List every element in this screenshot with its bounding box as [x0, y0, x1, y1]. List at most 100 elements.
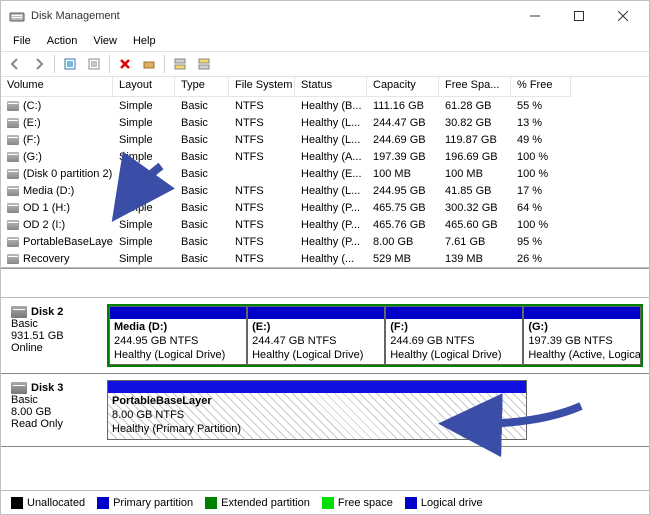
- col-filesystem[interactable]: File System: [229, 77, 295, 97]
- volume-name: (F:): [23, 134, 40, 146]
- refresh-button[interactable]: [59, 53, 81, 75]
- volume-row[interactable]: PortableBaseLayerSimpleBasicNTFSHealthy …: [1, 233, 649, 250]
- volume-name: (G:): [23, 151, 42, 163]
- minimize-button[interactable]: [513, 2, 557, 30]
- col-volume[interactable]: Volume: [1, 77, 113, 97]
- legend-unallocated: Unallocated: [27, 497, 85, 509]
- delete-button[interactable]: [114, 53, 136, 75]
- volume-capacity: 111.16 GB: [367, 100, 439, 112]
- volume-layout: Simple: [113, 219, 175, 231]
- volume-free: 139 MB: [439, 253, 511, 265]
- col-type[interactable]: Type: [175, 77, 229, 97]
- volume-fs: NTFS: [229, 117, 295, 129]
- volume-status: Healthy (A...: [295, 151, 367, 163]
- volume-name: OD 1 (H:): [23, 202, 70, 214]
- volume-row[interactable]: (E:)SimpleBasicNTFSHealthy (L...244.47 G…: [1, 114, 649, 131]
- disk-size: 8.00 GB: [11, 406, 103, 418]
- layout-bottom-button[interactable]: [193, 53, 215, 75]
- partition-d[interactable]: Media (D:) 244.95 GB NTFS Healthy (Logic…: [109, 306, 247, 365]
- col-layout[interactable]: Layout: [113, 77, 175, 97]
- volume-free: 196.69 GB: [439, 151, 511, 163]
- volume-row[interactable]: (Disk 0 partition 2)SimpleBasicHealthy (…: [1, 165, 649, 182]
- volume-row[interactable]: OD 1 (H:)SimpleBasicNTFSHealthy (P...465…: [1, 199, 649, 216]
- volume-capacity: 465.76 GB: [367, 219, 439, 231]
- volume-pctfree: 100 %: [511, 151, 571, 163]
- volume-status: Healthy (L...: [295, 117, 367, 129]
- volume-row[interactable]: RecoverySimpleBasicNTFSHealthy (...529 M…: [1, 250, 649, 267]
- volume-pctfree: 26 %: [511, 253, 571, 265]
- drive-icon: [7, 203, 19, 213]
- properties-button[interactable]: [83, 53, 105, 75]
- volume-status: Healthy (B...: [295, 100, 367, 112]
- volume-layout: Simple: [113, 236, 175, 248]
- volume-row[interactable]: (C:)SimpleBasicNTFSHealthy (B...111.16 G…: [1, 97, 649, 114]
- volume-row[interactable]: Media (D:)SimpleBasicNTFSHealthy (L...24…: [1, 182, 649, 199]
- part-health: Healthy (Logical Drive): [114, 349, 225, 361]
- volume-row[interactable]: (G:) SimpleBasicNTFSHealthy (A...197.39 G…: [1, 148, 649, 165]
- disk-info: Disk 2 Basic 931.51 GB Online: [7, 304, 107, 367]
- menu-file[interactable]: File: [5, 33, 39, 49]
- part-sub: 8.00 GB NTFS: [112, 409, 184, 421]
- col-capacity[interactable]: Capacity: [367, 77, 439, 97]
- legend-primary: Primary partition: [113, 497, 193, 509]
- volume-list-header: Volume Layout Type File System Status Ca…: [1, 77, 649, 97]
- volume-status: Healthy (P...: [295, 236, 367, 248]
- layout-top-button[interactable]: [169, 53, 191, 75]
- col-pctfree[interactable]: % Free: [511, 77, 571, 97]
- part-sub: 197.39 GB NTFS: [528, 335, 612, 347]
- disk-management-window: Disk Management File Action View Help Vo…: [0, 0, 650, 515]
- col-free[interactable]: Free Spa...: [439, 77, 511, 97]
- partition-f[interactable]: (F:) 244.69 GB NTFS Healthy (Logical Dri…: [385, 306, 523, 365]
- volume-row[interactable]: (F:)SimpleBasicNTFSHealthy (L...244.69 G…: [1, 131, 649, 148]
- part-name: (E:): [252, 321, 270, 333]
- volume-row[interactable]: OD 2 (I:)SimpleBasicNTFSHealthy (P...465…: [1, 216, 649, 233]
- volume-free: 61.28 GB: [439, 100, 511, 112]
- volume-type: Basic: [175, 236, 229, 248]
- menu-action[interactable]: Action: [39, 33, 86, 49]
- back-button[interactable]: [4, 53, 26, 75]
- volume-capacity: 8.00 GB: [367, 236, 439, 248]
- menu-help[interactable]: Help: [125, 33, 164, 49]
- volume-free: 41.85 GB: [439, 185, 511, 197]
- volume-free: 119.87 GB: [439, 134, 511, 146]
- volume-fs: NTFS: [229, 151, 295, 163]
- col-status[interactable]: Status: [295, 77, 367, 97]
- volume-name: PortableBaseLayer: [23, 236, 113, 248]
- close-button[interactable]: [601, 2, 645, 30]
- splitter[interactable]: [1, 268, 649, 298]
- partition-portablebaselayer[interactable]: PortableBaseLayer 8.00 GB NTFS Healthy (…: [107, 380, 527, 439]
- app-icon: [9, 8, 25, 24]
- part-health: Healthy (Logical Drive): [390, 349, 501, 361]
- volume-fs: NTFS: [229, 219, 295, 231]
- volume-type: Basic: [175, 151, 229, 163]
- volume-capacity: 244.69 GB: [367, 134, 439, 146]
- volume-status: Healthy (L...: [295, 185, 367, 197]
- disk-icon: [11, 306, 27, 318]
- volume-type: Basic: [175, 117, 229, 129]
- volume-list: Volume Layout Type File System Status Ca…: [1, 77, 649, 268]
- disk-type: Basic: [11, 318, 103, 330]
- volume-free: 7.61 GB: [439, 236, 511, 248]
- partition-g[interactable]: (G:) 197.39 GB NTFS Healthy (Active, Log…: [523, 306, 641, 365]
- forward-button[interactable]: [28, 53, 50, 75]
- partition-e[interactable]: (E:) 244.47 GB NTFS Healthy (Logical Dri…: [247, 306, 385, 365]
- volume-pctfree: 55 %: [511, 100, 571, 112]
- menu-view[interactable]: View: [85, 33, 125, 49]
- maximize-button[interactable]: [557, 2, 601, 30]
- volume-type: Basic: [175, 253, 229, 265]
- volume-fs: NTFS: [229, 253, 295, 265]
- volume-capacity: 197.39 GB: [367, 151, 439, 163]
- volume-fs: NTFS: [229, 202, 295, 214]
- volume-name: (Disk 0 partition 2): [23, 168, 112, 180]
- volume-layout: Simple: [113, 151, 175, 163]
- disk-props-button[interactable]: [138, 53, 160, 75]
- part-name: Media (D:): [114, 321, 167, 333]
- disk-row-3[interactable]: Disk 3 Basic 8.00 GB Read Only PortableB…: [1, 374, 649, 446]
- disk-type: Basic: [11, 394, 103, 406]
- disk-info: Disk 3 Basic 8.00 GB Read Only: [7, 380, 107, 439]
- volume-capacity: 244.47 GB: [367, 117, 439, 129]
- disk-row-2[interactable]: Disk 2 Basic 931.51 GB Online Media (D:)…: [1, 298, 649, 374]
- disk-status: Online: [11, 342, 103, 354]
- drive-icon: [7, 220, 19, 230]
- legend-extended: Extended partition: [221, 497, 310, 509]
